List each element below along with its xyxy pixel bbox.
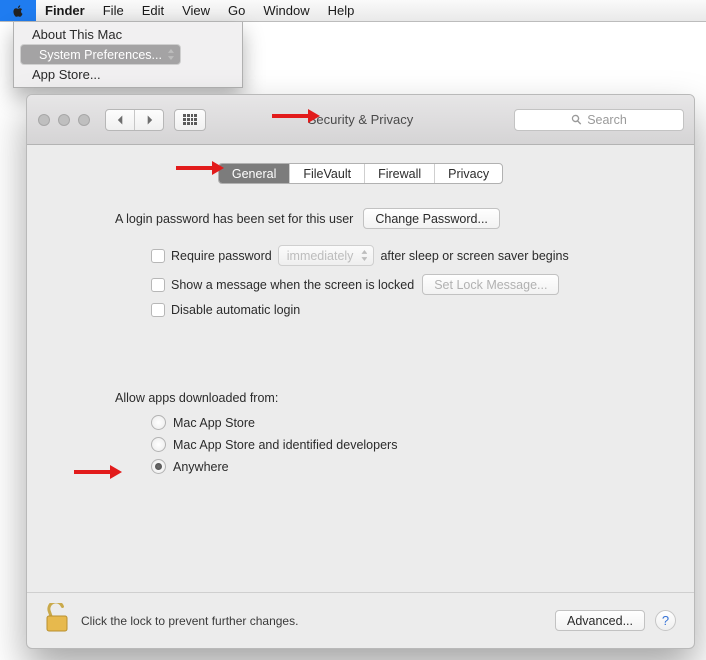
require-password-checkbox[interactable] — [151, 249, 165, 263]
menubar-item-view[interactable]: View — [173, 0, 219, 21]
radio-button[interactable] — [151, 415, 166, 430]
advanced-button[interactable]: Advanced... — [555, 610, 645, 631]
change-password-button[interactable]: Change Password... — [363, 208, 500, 229]
show-all-button[interactable] — [174, 109, 206, 131]
radio-label: Mac App Store — [173, 416, 255, 430]
security-privacy-window: Security & Privacy Search General FileVa… — [26, 94, 695, 649]
search-placeholder: Search — [587, 113, 627, 127]
tab-bar: General FileVault Firewall Privacy — [53, 163, 668, 184]
radio-mac-app-store[interactable]: Mac App Store — [151, 415, 668, 430]
menubar-item-finder[interactable]: Finder — [36, 0, 94, 21]
traffic-lights — [38, 114, 90, 126]
menubar-item-window[interactable]: Window — [254, 0, 318, 21]
apple-menu-button[interactable] — [0, 0, 36, 21]
menu-item-about-this-mac[interactable]: About This Mac — [14, 25, 242, 44]
require-password-suffix: after sleep or screen saver begins — [380, 249, 568, 263]
window-toolbar: Security & Privacy Search — [27, 95, 694, 145]
tab-firewall[interactable]: Firewall — [365, 164, 435, 183]
disable-autologin-checkbox[interactable] — [151, 303, 165, 317]
menubar-item-help[interactable]: Help — [319, 0, 364, 21]
radio-button[interactable] — [151, 459, 166, 474]
search-field[interactable]: Search — [514, 109, 684, 131]
show-message-row: Show a message when the screen is locked… — [151, 274, 668, 295]
zoom-button[interactable] — [78, 114, 90, 126]
require-password-delay-select[interactable]: immediately — [278, 245, 375, 266]
set-lock-message-button[interactable]: Set Lock Message... — [422, 274, 559, 295]
apple-menu-dropdown: About This Mac System Preferences... App… — [13, 22, 243, 88]
tab-general[interactable]: General — [219, 164, 290, 183]
back-button[interactable] — [106, 110, 134, 130]
login-password-row: A login password has been set for this u… — [115, 208, 668, 229]
menu-item-system-preferences[interactable]: System Preferences... — [20, 44, 181, 65]
radio-button[interactable] — [151, 437, 166, 452]
bottom-bar: Click the lock to prevent further change… — [27, 592, 694, 648]
login-password-text: A login password has been set for this u… — [115, 212, 353, 226]
radio-label: Mac App Store and identified developers — [173, 438, 397, 452]
disable-autologin-row: Disable automatic login — [151, 303, 668, 317]
require-password-row: Require password immediately after sleep… — [151, 245, 668, 266]
menubar-item-file[interactable]: File — [94, 0, 133, 21]
forward-button[interactable] — [135, 110, 163, 130]
grid-icon — [183, 114, 197, 126]
close-button[interactable] — [38, 114, 50, 126]
menubar-item-edit[interactable]: Edit — [133, 0, 173, 21]
window-content: General FileVault Firewall Privacy A log… — [27, 145, 694, 648]
search-icon — [571, 114, 582, 125]
menubar: Finder File Edit View Go Window Help — [0, 0, 706, 22]
tab-filevault[interactable]: FileVault — [290, 164, 365, 183]
menu-item-app-store[interactable]: App Store... — [14, 65, 242, 84]
tab-privacy[interactable]: Privacy — [435, 164, 502, 183]
show-message-checkbox[interactable] — [151, 278, 165, 292]
disable-autologin-label: Disable automatic login — [171, 303, 300, 317]
lock-icon[interactable] — [45, 603, 71, 638]
show-message-label: Show a message when the screen is locked — [171, 278, 414, 292]
radio-mac-app-store-identified[interactable]: Mac App Store and identified developers — [151, 437, 668, 452]
minimize-button[interactable] — [58, 114, 70, 126]
allow-apps-label: Allow apps downloaded from: — [115, 391, 668, 405]
radio-anywhere[interactable]: Anywhere — [151, 459, 668, 474]
nav-segmented — [105, 109, 164, 131]
require-password-label: Require password — [171, 249, 272, 263]
radio-label: Anywhere — [173, 460, 229, 474]
lock-text: Click the lock to prevent further change… — [81, 614, 298, 628]
menubar-item-go[interactable]: Go — [219, 0, 254, 21]
help-button[interactable]: ? — [655, 610, 676, 631]
